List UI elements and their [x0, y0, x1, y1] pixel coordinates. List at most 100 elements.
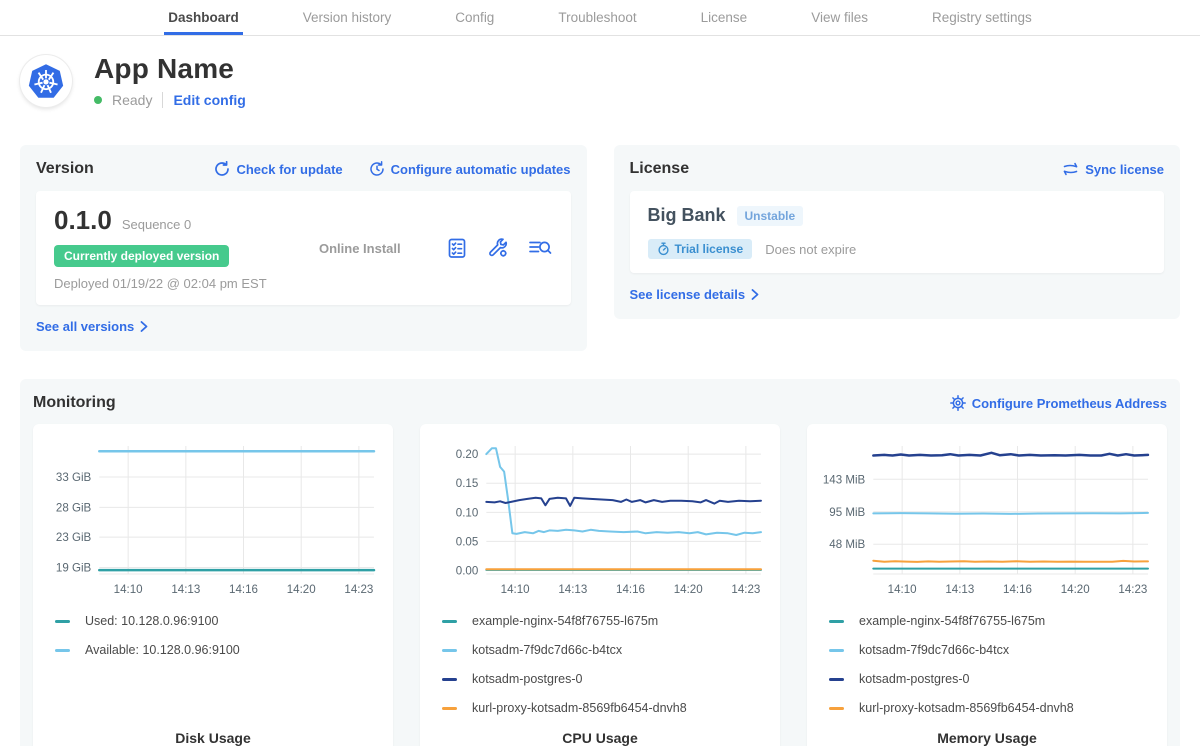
svg-text:14:16: 14:16 [229, 584, 258, 596]
preflight-checks-icon[interactable] [445, 236, 469, 260]
top-nav: Dashboard Version history Config Trouble… [0, 0, 1200, 36]
license-card: License Sync license Big Bank Unstable [614, 145, 1181, 319]
kubernetes-icon [24, 59, 68, 103]
svg-text:14:20: 14:20 [1061, 584, 1090, 596]
chevron-right-icon [751, 289, 759, 300]
legend-label: example-nginx-54f8f76755-l675m [472, 614, 658, 628]
legend-item: kotsadm-7f9dc7d66c-b4tcx [829, 643, 1153, 657]
svg-text:33 GiB: 33 GiB [56, 472, 92, 484]
svg-text:14:16: 14:16 [616, 584, 645, 596]
version-card-title: Version [36, 160, 94, 178]
svg-text:14:13: 14:13 [945, 584, 974, 596]
legend-item: Used: 10.128.0.96:9100 [55, 614, 379, 628]
legend-dash [442, 707, 457, 710]
cpu-usage-chart: 14:1014:1314:1614:2014:230.000.050.100.1… [434, 438, 766, 606]
svg-text:14:10: 14:10 [888, 584, 917, 596]
cpu-usage-legend: example-nginx-54f8f76755-l675m kotsadm-7f… [434, 614, 766, 730]
deployed-badge: Currently deployed version [54, 245, 229, 267]
svg-text:0.05: 0.05 [456, 536, 478, 548]
memory-usage-chart: 14:10 14:13 14:16 14:20 14:23 48 MiB 95 MiB 143… [821, 438, 1153, 606]
svg-text:23 GiB: 23 GiB [56, 532, 92, 544]
trial-license-badge: Trial license [648, 239, 753, 259]
tab-registry-settings[interactable]: Registry settings [928, 0, 1036, 35]
memory-usage-chart-card: 14:10 14:13 14:16 14:20 14:23 48 MiB 95 MiB 143… [807, 424, 1167, 746]
chart-title-memory: Memory Usage [821, 730, 1153, 746]
svg-text:0.15: 0.15 [456, 478, 478, 490]
chart-title-cpu: CPU Usage [434, 730, 766, 746]
legend-label: kurl-proxy-kotsadm-8569fb6454-dnvh8 [859, 701, 1074, 715]
svg-text:48 MiB: 48 MiB [829, 539, 865, 551]
legend-label: kotsadm-postgres-0 [859, 672, 969, 686]
svg-text:0.10: 0.10 [456, 507, 478, 519]
license-expiry: Does not expire [765, 242, 856, 257]
legend-item: kurl-proxy-kotsadm-8569fb6454-dnvh8 [829, 701, 1153, 715]
install-type: Online Install [299, 241, 445, 256]
tab-license[interactable]: License [697, 0, 752, 35]
legend-dash [55, 649, 70, 652]
configure-automatic-updates-link[interactable]: Configure automatic updates [369, 161, 571, 177]
version-number: 0.1.0 [54, 205, 112, 236]
legend-dash [829, 678, 844, 681]
see-all-versions-link[interactable]: See all versions [36, 319, 148, 334]
current-version-panel: 0.1.0 Sequence 0 Currently deployed vers… [36, 191, 571, 305]
legend-item: kotsadm-postgres-0 [442, 672, 766, 686]
sync-icon [1062, 161, 1079, 177]
divider [162, 92, 163, 108]
legend-item: example-nginx-54f8f76755-l675m [829, 614, 1153, 628]
channel-badge: Unstable [737, 206, 804, 226]
svg-text:143 MiB: 143 MiB [823, 474, 866, 486]
view-diff-icon[interactable] [527, 236, 553, 260]
chevron-right-icon [140, 321, 148, 332]
status-dot [94, 96, 102, 104]
schedule-icon [369, 161, 385, 177]
sync-license-link[interactable]: Sync license [1062, 161, 1164, 177]
legend-dash [829, 649, 844, 652]
svg-text:14:10: 14:10 [114, 584, 143, 596]
tab-config[interactable]: Config [451, 0, 498, 35]
check-for-update-link[interactable]: Check for update [214, 161, 342, 177]
disk-usage-legend: Used: 10.128.0.96:9100Available: 10.128.… [47, 614, 379, 672]
legend-dash [55, 620, 70, 623]
legend-dash [829, 620, 844, 623]
legend-item: example-nginx-54f8f76755-l675m [442, 614, 766, 628]
tab-dashboard[interactable]: Dashboard [164, 0, 243, 35]
legend-label: Used: 10.128.0.96:9100 [85, 614, 218, 628]
page-title: App Name [94, 53, 246, 85]
chart-title-disk: Disk Usage [47, 730, 379, 746]
tab-view-files[interactable]: View files [807, 0, 872, 35]
legend-item: kotsadm-postgres-0 [829, 672, 1153, 686]
svg-text:14:23: 14:23 [731, 584, 760, 596]
svg-text:0.20: 0.20 [456, 449, 478, 461]
svg-text:14:10: 14:10 [501, 584, 530, 596]
svg-text:95 MiB: 95 MiB [829, 507, 865, 519]
edit-config-link[interactable]: Edit config [173, 92, 245, 108]
svg-text:14:20: 14:20 [287, 584, 316, 596]
configure-prometheus-link[interactable]: Configure Prometheus Address [950, 395, 1167, 411]
deployed-timestamp: Deployed 01/19/22 @ 02:04 pm EST [54, 276, 299, 291]
tab-troubleshoot[interactable]: Troubleshoot [554, 0, 640, 35]
version-sequence: Sequence 0 [122, 217, 191, 232]
svg-text:14:23: 14:23 [1118, 584, 1147, 596]
legend-label: example-nginx-54f8f76755-l675m [859, 614, 1045, 628]
legend-dash [442, 620, 457, 623]
legend-dash [829, 707, 844, 710]
legend-dash [442, 678, 457, 681]
app-status: Ready [112, 92, 152, 108]
svg-text:28 GiB: 28 GiB [56, 502, 92, 514]
svg-text:14:13: 14:13 [171, 584, 200, 596]
gear-icon [950, 395, 966, 411]
svg-text:14:23: 14:23 [344, 584, 373, 596]
legend-dash [442, 649, 457, 652]
cpu-usage-chart-card: 14:1014:1314:1614:2014:230.000.050.100.1… [420, 424, 780, 746]
edit-config-icon[interactable] [486, 236, 510, 260]
tab-version-history[interactable]: Version history [299, 0, 396, 35]
app-header: App Name Ready Edit config [20, 53, 1180, 108]
legend-label: kurl-proxy-kotsadm-8569fb6454-dnvh8 [472, 701, 687, 715]
license-customer-name: Big Bank [648, 205, 726, 226]
svg-text:14:13: 14:13 [558, 584, 587, 596]
legend-label: kotsadm-7f9dc7d66c-b4tcx [472, 643, 622, 657]
see-license-details-link[interactable]: See license details [630, 287, 760, 302]
monitoring-title: Monitoring [33, 394, 116, 412]
stopwatch-icon [657, 242, 670, 256]
svg-text:14:16: 14:16 [1003, 584, 1032, 596]
